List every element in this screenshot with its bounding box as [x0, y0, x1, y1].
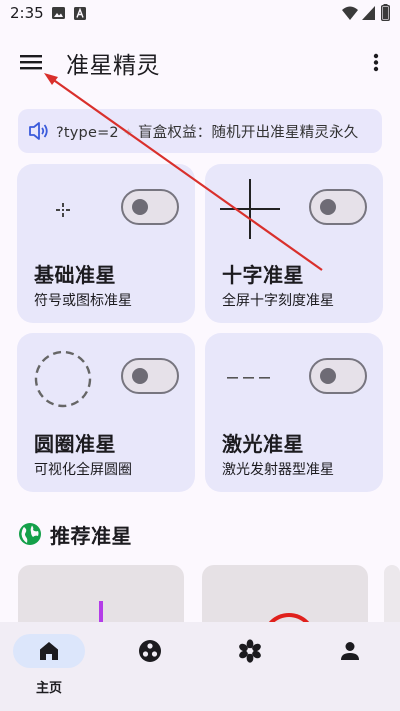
- status-bar: 2:35: [0, 0, 400, 28]
- image-icon: [52, 7, 65, 19]
- circle-crosshair-preview-icon: [34, 350, 92, 408]
- person-icon: [341, 642, 359, 660]
- app-screen: 2:35 准星精灵 ?type=2 ✦ 盲盒权益：随机开出准星精灵永久 基础准星…: [0, 0, 400, 711]
- crosshair-card-basic[interactable]: 基础准星 符号或图标准星: [17, 164, 195, 323]
- card-title: 基础准星: [34, 263, 116, 287]
- card-desc: 符号或图标准星: [34, 293, 132, 309]
- cross-crosshair-toggle[interactable]: [309, 189, 367, 225]
- nav-home[interactable]: 主页: [13, 634, 85, 696]
- hamburger-menu-icon: [20, 55, 42, 70]
- card-title: 十字准星: [222, 263, 304, 287]
- card-title: 激光准星: [222, 432, 304, 456]
- laser-crosshair-preview-icon: [227, 377, 270, 379]
- notice-text: ?type=2 ✦ 盲盒权益：随机开出准星精灵永久: [56, 121, 358, 142]
- wifi-icon: [342, 6, 358, 20]
- more-vert-icon: [373, 53, 379, 72]
- crosshair-card-cross[interactable]: 十字准星 全屏十字刻度准星: [205, 164, 383, 323]
- notice-text-2: 盲盒权益：随机开出准星精灵永久: [137, 125, 359, 141]
- a-box-icon: [74, 7, 86, 20]
- circle-crosshair-toggle[interactable]: [121, 358, 179, 394]
- notice-bar[interactable]: ?type=2 ✦ 盲盒权益：随机开出准星精灵永久: [18, 109, 382, 153]
- game-icon: [139, 640, 161, 662]
- bottom-navigation: 主页: [0, 622, 400, 711]
- card-desc: 全屏十字刻度准星: [222, 293, 334, 309]
- crosshair-card-circle[interactable]: 圆圈准星 可视化全屏圆圈: [17, 333, 195, 492]
- home-icon: [40, 642, 58, 660]
- card-title: 圆圈准星: [34, 432, 116, 456]
- toggle-knob: [320, 199, 336, 215]
- recommend-title: 推荐准星: [50, 524, 132, 548]
- nav-flower[interactable]: [214, 634, 286, 694]
- signal-icon: [362, 6, 375, 20]
- cross-crosshair-preview-icon: [220, 179, 280, 239]
- status-time: 2:35: [10, 4, 44, 22]
- notice-separator-icon: ✦: [122, 126, 134, 141]
- more-options-button[interactable]: [364, 48, 388, 76]
- laser-crosshair-toggle[interactable]: [309, 358, 367, 394]
- card-desc: 激光发射器型准星: [222, 462, 334, 478]
- notice-text-1: ?type=2: [56, 125, 119, 141]
- nav-home-label: 主页: [35, 681, 62, 696]
- toggle-knob: [320, 368, 336, 384]
- basic-crosshair-preview-icon: [56, 203, 70, 217]
- toggle-knob: [132, 368, 148, 384]
- nav-profile[interactable]: [314, 634, 386, 694]
- nav-game[interactable]: [114, 634, 186, 694]
- basic-crosshair-toggle[interactable]: [121, 189, 179, 225]
- globe-icon: [19, 523, 41, 545]
- app-title: 准星精灵: [66, 53, 160, 79]
- toggle-knob: [132, 199, 148, 215]
- flower-icon: [239, 639, 261, 663]
- crosshair-card-laser[interactable]: 激光准星 激光发射器型准星: [205, 333, 383, 492]
- battery-icon: [381, 4, 390, 21]
- speaker-icon: [29, 122, 48, 140]
- card-desc: 可视化全屏圆圈: [34, 462, 132, 478]
- menu-button[interactable]: [16, 48, 48, 76]
